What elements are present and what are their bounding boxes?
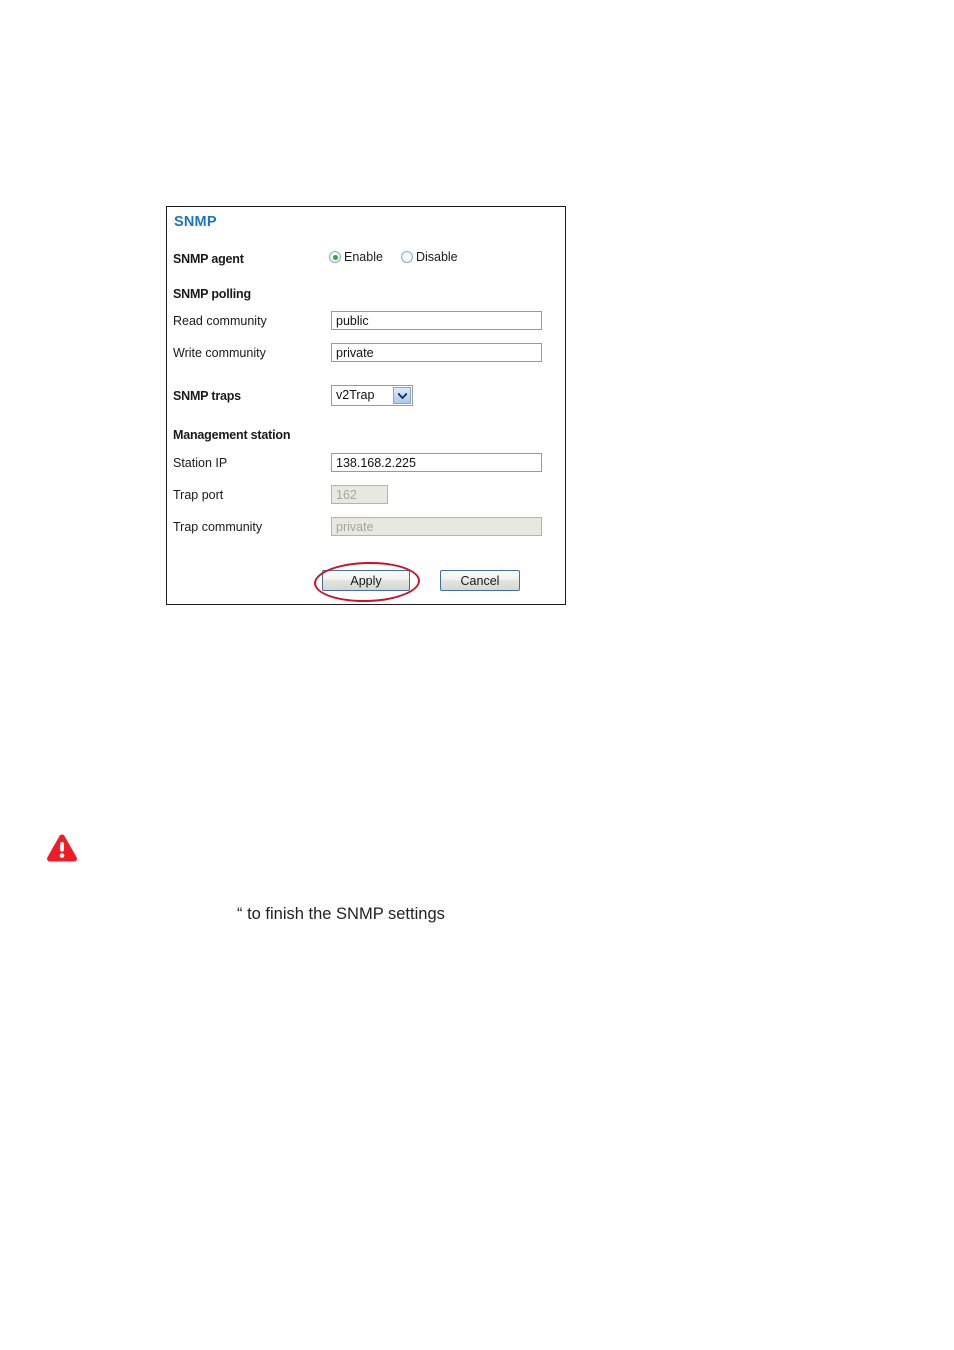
- write-community-label: Write community: [173, 346, 266, 360]
- page-title: SNMP: [174, 214, 217, 230]
- snmp-polling-section: SNMP polling: [173, 285, 561, 307]
- chevron-down-icon[interactable]: [393, 387, 411, 404]
- radio-enable-label: Enable: [344, 250, 383, 264]
- trap-port-input: [331, 485, 388, 504]
- snmp-agent-row: SNMP agent Enable Disable: [173, 250, 561, 272]
- read-community-label: Read community: [173, 314, 267, 328]
- snmp-traps-selected-value: v2Trap: [336, 388, 375, 402]
- apply-button[interactable]: Apply: [322, 570, 410, 591]
- snmp-agent-label: SNMP agent: [173, 252, 244, 266]
- trap-community-label: Trap community: [173, 520, 263, 534]
- snmp-traps-label: SNMP traps: [173, 389, 241, 403]
- write-community-row: Write community: [173, 343, 561, 366]
- radio-disable-label: Disable: [415, 250, 458, 264]
- management-station-heading: Management station: [173, 428, 291, 442]
- write-community-input[interactable]: [331, 343, 542, 362]
- snmp-traps-select[interactable]: v2Trap: [331, 385, 413, 406]
- station-ip-label: Station IP: [173, 456, 228, 470]
- radio-enable[interactable]: Enable: [329, 250, 383, 264]
- read-community-row: Read community: [173, 311, 561, 334]
- snmp-agent-radio-group: Enable Disable: [329, 250, 458, 264]
- radio-enable-icon[interactable]: [329, 251, 341, 263]
- snmp-settings-panel: SNMP SNMP agent Enable Disable SNMP poll…: [166, 206, 566, 605]
- radio-disable-icon[interactable]: [400, 251, 413, 263]
- trap-community-input: [331, 517, 542, 536]
- station-ip-row: Station IP: [173, 453, 561, 476]
- trap-port-label: Trap port: [173, 488, 224, 502]
- warning-triangle-icon: [46, 833, 78, 863]
- trap-port-row: Trap port: [173, 485, 561, 508]
- cancel-button[interactable]: Cancel: [440, 570, 520, 591]
- management-station-section: Management station: [173, 426, 561, 448]
- caption-text: “ to finish the SNMP settings: [237, 905, 445, 923]
- snmp-traps-row: SNMP traps v2Trap: [173, 385, 561, 409]
- read-community-input[interactable]: [331, 311, 542, 330]
- snmp-polling-heading: SNMP polling: [173, 287, 251, 301]
- radio-disable[interactable]: Disable: [400, 250, 458, 264]
- station-ip-input[interactable]: [331, 453, 542, 472]
- trap-community-row: Trap community: [173, 517, 561, 540]
